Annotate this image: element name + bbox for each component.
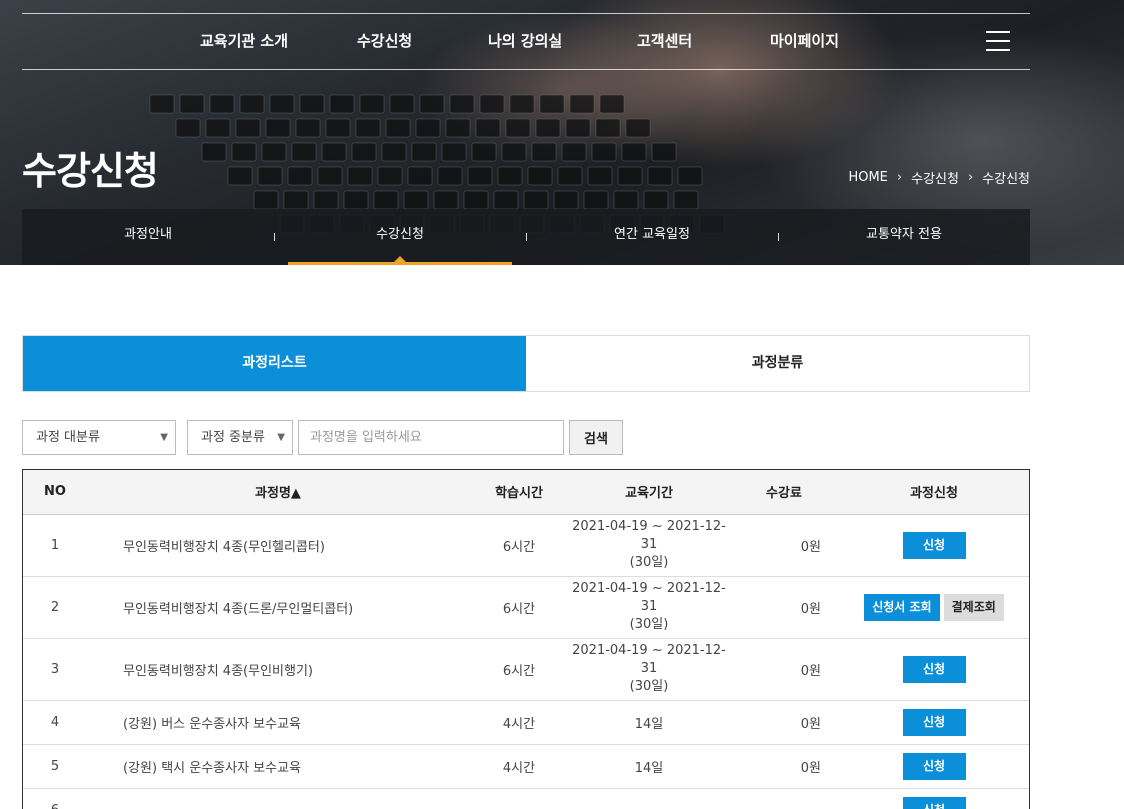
cell-hours: 6시간 bbox=[469, 514, 569, 576]
hamburger-menu-icon[interactable] bbox=[986, 31, 1010, 52]
apply-button[interactable]: 신청 bbox=[903, 532, 966, 559]
view-application-button[interactable]: 신청서 조회 bbox=[864, 594, 939, 621]
cell-actions: 신청 bbox=[839, 700, 1029, 744]
subnav-item-mobility-impaired[interactable]: 교통약자 전용 bbox=[778, 209, 1030, 265]
cell-hours: 6시간 bbox=[469, 638, 569, 700]
cell-period: 14일 bbox=[569, 700, 729, 744]
cell-period: 2021-04-19 ~ 2021-12-31(30일) bbox=[569, 638, 729, 700]
dropdown-arrow-icon: ▼ bbox=[160, 421, 168, 454]
breadcrumb-level-1[interactable]: 수강신청 bbox=[911, 168, 959, 187]
cell-period: 2021-04-19 ~ 2021-12-31(30일) bbox=[569, 576, 729, 638]
subnav-item-course-info[interactable]: 과정안내 bbox=[22, 209, 274, 265]
table-row: 6 신청 bbox=[23, 788, 1029, 809]
cell-fee: 0원 bbox=[729, 514, 839, 576]
cell-actions: 신청 bbox=[839, 788, 1029, 809]
cell-hours: 6시간 bbox=[469, 576, 569, 638]
tab-course-category[interactable]: 과정분류 bbox=[526, 336, 1029, 391]
global-nav: 교육기관 소개 수강신청 나의 강의실 고객센터 마이페이지 bbox=[22, 14, 1030, 69]
middle-category-select[interactable]: 과정 중분류 ▼ bbox=[187, 420, 293, 455]
table-row: 2 무인동력비행장치 4종(드론/무인멀티콥터) 6시간 2021-04-19 … bbox=[23, 576, 1029, 638]
cell-course-name: (강원) 택시 운수종사자 보수교육 bbox=[87, 744, 469, 788]
cell-period bbox=[569, 788, 729, 809]
page-title: 수강신청 bbox=[22, 140, 158, 195]
gnb-item-enroll[interactable]: 수강신청 bbox=[357, 14, 412, 69]
bottom-divider bbox=[22, 69, 1030, 70]
cell-hours bbox=[469, 788, 569, 809]
apply-button[interactable]: 신청 bbox=[903, 709, 966, 736]
cell-hours: 4시간 bbox=[469, 744, 569, 788]
tab-course-list[interactable]: 과정리스트 bbox=[23, 336, 526, 391]
cell-no: 2 bbox=[23, 576, 87, 638]
gnb-item-support[interactable]: 고객센터 bbox=[637, 14, 692, 69]
table-row: 4 (강원) 버스 운수종사자 보수교육 4시간 14일 0원 신청 bbox=[23, 700, 1029, 744]
apply-button[interactable]: 신청 bbox=[903, 797, 966, 809]
table-row: 3 무인동력비행장치 4종(무인비행기) 6시간 2021-04-19 ~ 20… bbox=[23, 638, 1029, 700]
sub-nav: 과정안내 수강신청 연간 교육일정 교통약자 전용 bbox=[22, 209, 1030, 265]
cell-fee: 0원 bbox=[729, 638, 839, 700]
view-payment-button[interactable]: 결제조회 bbox=[944, 594, 1004, 621]
major-category-select[interactable]: 과정 대분류 ▼ bbox=[22, 420, 176, 455]
cell-course-name: 무인동력비행장치 4종(무인비행기) bbox=[87, 638, 469, 700]
cell-no: 5 bbox=[23, 744, 87, 788]
col-header-no: NO bbox=[23, 470, 87, 514]
breadcrumb-current: 수강신청 bbox=[982, 168, 1030, 187]
cell-fee: 0원 bbox=[729, 700, 839, 744]
cell-actions: 신청 bbox=[839, 638, 1029, 700]
col-header-hours: 학습시간 bbox=[469, 470, 569, 514]
active-caret-icon bbox=[394, 256, 406, 262]
subnav-item-enroll[interactable]: 수강신청 bbox=[274, 209, 526, 265]
cell-actions: 신청서 조회결제조회 bbox=[839, 576, 1029, 638]
col-header-apply: 과정신청 bbox=[839, 470, 1029, 514]
subnav-item-annual-schedule[interactable]: 연간 교육일정 bbox=[526, 209, 778, 265]
breadcrumb-home[interactable]: HOME bbox=[848, 170, 887, 185]
content-tabs: 과정리스트 과정분류 bbox=[22, 335, 1030, 392]
cell-course-name bbox=[87, 788, 469, 809]
cell-no: 6 bbox=[23, 788, 87, 809]
course-table: NO 과정명▲ 학습시간 교육기간 수강료 과정신청 1 무인동력비행장치 4종… bbox=[22, 469, 1030, 809]
cell-period: 14일 bbox=[569, 744, 729, 788]
dropdown-arrow-icon: ▼ bbox=[277, 421, 285, 454]
chevron-right-icon: › bbox=[897, 170, 902, 185]
hero-banner: 교육기관 소개 수강신청 나의 강의실 고객센터 마이페이지 수강신청 HOME… bbox=[0, 0, 1124, 265]
gnb-item-institution[interactable]: 교육기관 소개 bbox=[200, 14, 288, 69]
cell-course-name: 무인동력비행장치 4종(무인헬리콥터) bbox=[87, 514, 469, 576]
table-row: 5 (강원) 택시 운수종사자 보수교육 4시간 14일 0원 신청 bbox=[23, 744, 1029, 788]
gnb-item-mypage[interactable]: 마이페이지 bbox=[770, 14, 839, 69]
table-header-row: NO 과정명▲ 학습시간 교육기간 수강료 과정신청 bbox=[23, 470, 1029, 514]
apply-button[interactable]: 신청 bbox=[903, 753, 966, 780]
gnb-item-my-classroom[interactable]: 나의 강의실 bbox=[488, 14, 562, 69]
cell-actions: 신청 bbox=[839, 744, 1029, 788]
cell-no: 1 bbox=[23, 514, 87, 576]
chevron-right-icon: › bbox=[968, 170, 973, 185]
table-row: 1 무인동력비행장치 4종(무인헬리콥터) 6시간 2021-04-19 ~ 2… bbox=[23, 514, 1029, 576]
cell-course-name: 무인동력비행장치 4종(드론/무인멀티콥터) bbox=[87, 576, 469, 638]
cell-fee: 0원 bbox=[729, 576, 839, 638]
cell-fee: 0원 bbox=[729, 744, 839, 788]
apply-button[interactable]: 신청 bbox=[903, 656, 966, 683]
cell-fee bbox=[729, 788, 839, 809]
search-button[interactable]: 검색 bbox=[569, 420, 623, 455]
course-search-input[interactable] bbox=[298, 420, 564, 455]
search-filters: 과정 대분류 ▼ 과정 중분류 ▼ 검색 bbox=[22, 420, 623, 455]
col-header-course-name[interactable]: 과정명▲ bbox=[87, 470, 469, 514]
cell-period: 2021-04-19 ~ 2021-12-31(30일) bbox=[569, 514, 729, 576]
cell-no: 4 bbox=[23, 700, 87, 744]
col-header-fee: 수강료 bbox=[729, 470, 839, 514]
breadcrumb: HOME › 수강신청 › 수강신청 bbox=[848, 168, 1030, 187]
cell-course-name: (강원) 버스 운수종사자 보수교육 bbox=[87, 700, 469, 744]
col-header-period: 교육기간 bbox=[569, 470, 729, 514]
cell-hours: 4시간 bbox=[469, 700, 569, 744]
cell-actions: 신청 bbox=[839, 514, 1029, 576]
cell-no: 3 bbox=[23, 638, 87, 700]
